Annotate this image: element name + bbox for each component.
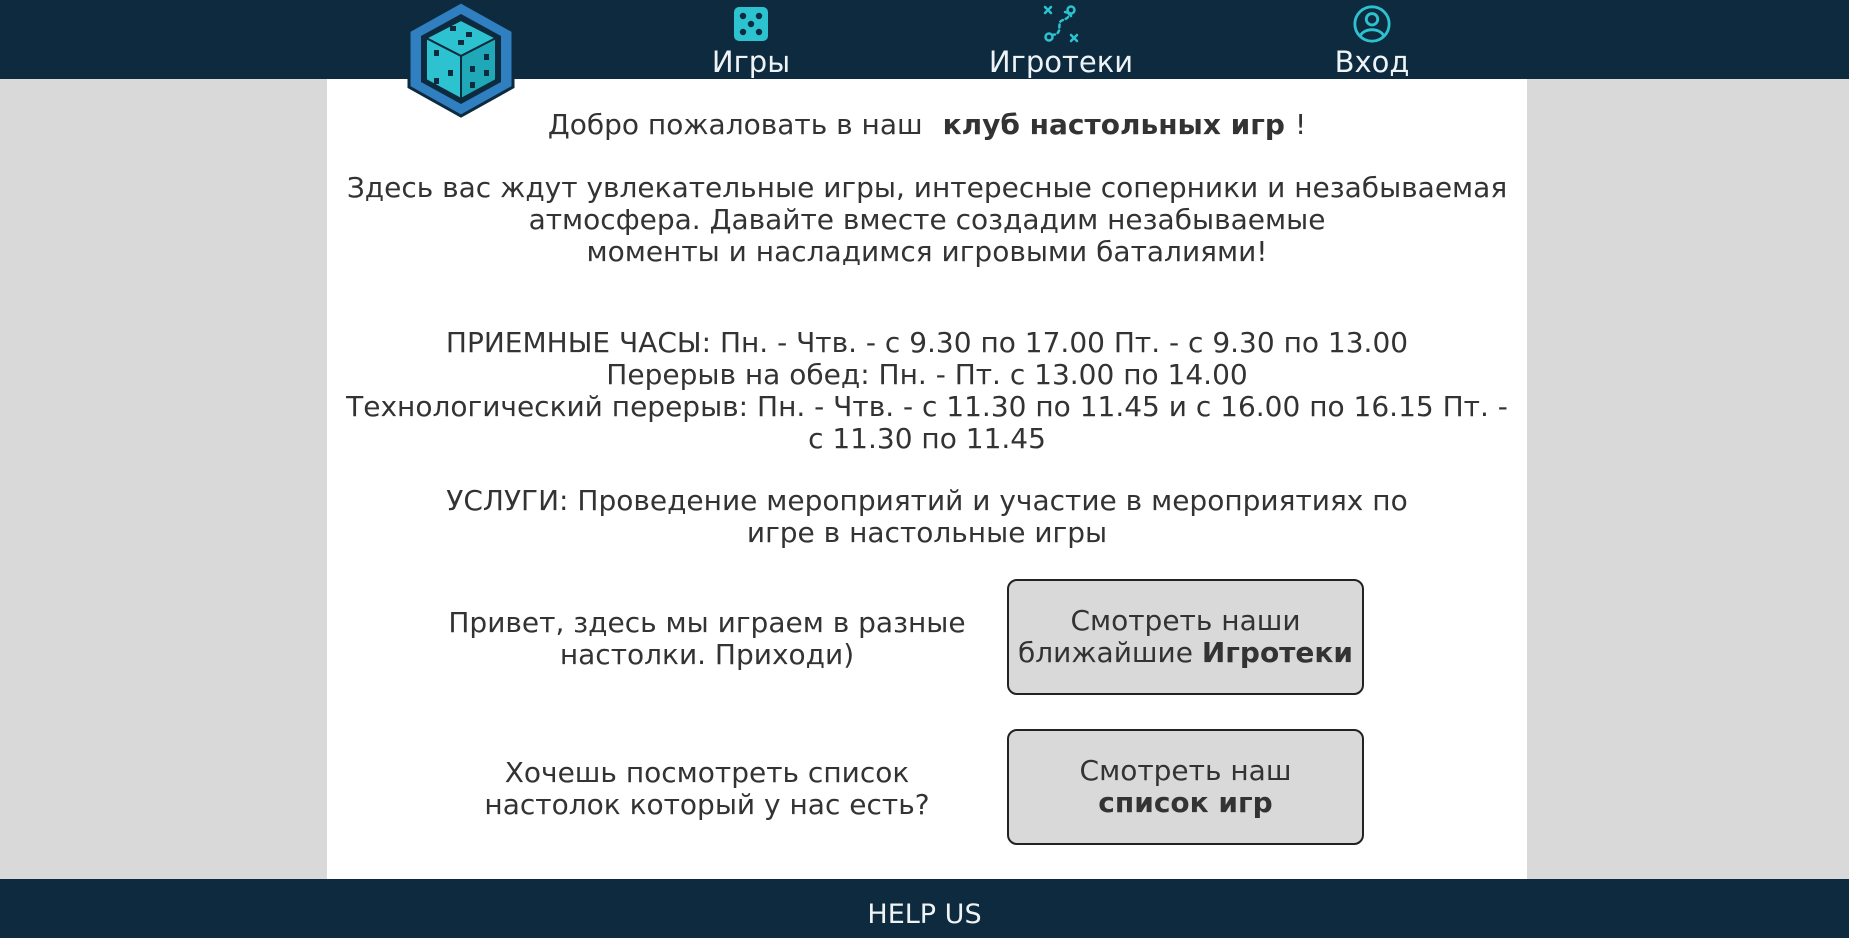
dice-logo-icon[interactable] xyxy=(402,0,520,118)
footer: HELP US xyxy=(0,879,1849,938)
promo-games-text: Хочешь посмотреть список настолок которы… xyxy=(447,757,967,821)
top-navigation-bar: Игры Игротеки Вход xyxy=(0,0,1849,79)
view-events-button[interactable]: Смотреть наши ближайшие Игротеки xyxy=(1007,579,1364,695)
welcome-club-name: клуб настольных игр xyxy=(942,108,1285,141)
services-info: УСЛУГИ: Проведение мероприятий и участие… xyxy=(327,485,1527,549)
cta-bold-label: список игр xyxy=(1098,786,1273,819)
nav-events-label: Игротеки xyxy=(988,45,1134,79)
dice-icon xyxy=(734,7,768,41)
welcome-prefix: Добро пожаловать в наш xyxy=(547,108,923,141)
cta-line: Смотреть наши xyxy=(1070,604,1301,637)
intro-paragraph: Здесь вас ждут увлекательные игры, интер… xyxy=(327,172,1527,268)
hours-line: Технологический перерыв: Пн. - Чтв. - с … xyxy=(346,390,1508,423)
nav-login[interactable]: Вход xyxy=(1272,0,1472,79)
help-us-link[interactable]: HELP US xyxy=(867,899,981,931)
cta-prefix: ближайшие xyxy=(1017,636,1202,669)
view-games-list-button[interactable]: Смотреть наш список игр xyxy=(1007,729,1364,845)
promo-line: Привет, здесь мы играем в разные xyxy=(448,606,966,639)
strategy-route-icon xyxy=(1043,5,1079,43)
hours-line: ПРИЕМНЫЕ ЧАСЫ: Пн. - Чтв. - с 9.30 по 17… xyxy=(445,326,1409,359)
nav-events[interactable]: Игротеки xyxy=(961,0,1161,79)
promo-line: настолки. Приходи) xyxy=(559,638,855,671)
user-circle-icon xyxy=(1353,5,1391,43)
promo-line: Хочешь посмотреть список xyxy=(504,756,910,789)
intro-line: Здесь вас ждут увлекательные игры, интер… xyxy=(346,171,1508,204)
welcome-suffix: ! xyxy=(1294,108,1307,141)
intro-line: атмосфера. Давайте вместе создадим незаб… xyxy=(528,203,1326,236)
nav-login-label: Вход xyxy=(1334,45,1410,79)
main-content-panel: Добро пожаловать в наш клуб настольных иг… xyxy=(327,79,1527,879)
nav-games[interactable]: Игры xyxy=(651,0,851,79)
nav-games-label: Игры xyxy=(711,45,791,79)
hours-line: с 11.30 по 11.45 xyxy=(808,422,1046,455)
promo-line: настолок который у нас есть? xyxy=(484,788,930,821)
intro-line: моменты и насладимся игровыми баталиями! xyxy=(586,235,1268,268)
cta-bold-label: Игротеки xyxy=(1201,636,1354,669)
services-line: игре в настольные игры xyxy=(746,516,1108,549)
services-line: УСЛУГИ: Проведение мероприятий и участие… xyxy=(446,484,1408,517)
hours-line: Перерыв на обед: Пн. - Пт. с 13.00 по 14… xyxy=(606,358,1248,391)
opening-hours: ПРИЕМНЫЕ ЧАСЫ: Пн. - Чтв. - с 9.30 по 17… xyxy=(327,327,1527,455)
promo-events-text: Привет, здесь мы играем в разные настолк… xyxy=(447,607,967,671)
cta-line: ближайшие Игротеки xyxy=(1018,637,1353,669)
cta-line: Смотреть наш xyxy=(1079,754,1292,787)
